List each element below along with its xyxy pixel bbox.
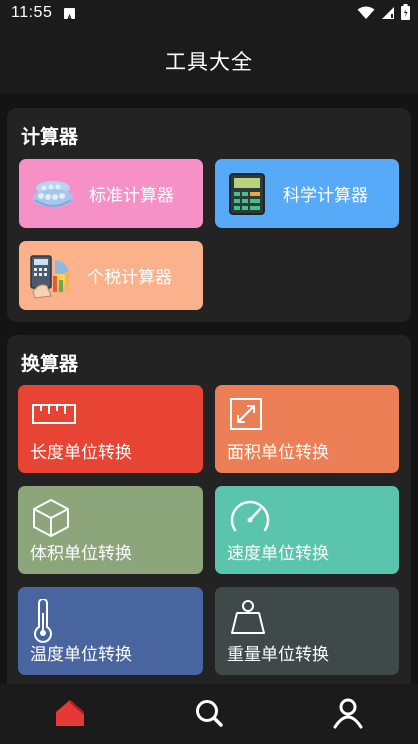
speed-converter-label: 速度单位转换 <box>227 544 329 564</box>
tax-calculator-icon <box>29 252 75 300</box>
section-title-converters: 换算器 <box>21 353 79 375</box>
ruler-icon <box>32 397 76 431</box>
section-title-calculators: 计算器 <box>21 126 79 148</box>
scientific-calculator-label: 科学计算器 <box>283 186 368 206</box>
weight-converter-button[interactable]: 重量单位转换 <box>215 587 399 675</box>
temperature-converter-button[interactable]: 温度单位转换 <box>18 587 203 675</box>
standard-calculator-button[interactable]: 标准计算器 <box>19 159 203 228</box>
app-bar: 工具大全 <box>0 28 418 94</box>
bottom-nav <box>0 684 418 744</box>
speedometer-icon <box>229 498 271 538</box>
length-converter-button[interactable]: 长度单位转换 <box>18 385 203 473</box>
home-icon <box>54 697 86 733</box>
standard-calculator-label: 标准计算器 <box>89 186 174 206</box>
profile-icon <box>332 697 364 733</box>
converters-section: 换算器 长度单位转换 面积单位转换 体积单位转换 速度单位转换 温度单位转换 重… <box>7 335 411 695</box>
status-time: 11:55 <box>11 4 53 21</box>
temperature-converter-label: 温度单位转换 <box>30 645 132 665</box>
area-expand-icon <box>229 397 263 435</box>
scientific-calculator-button[interactable]: 科学计算器 <box>215 159 399 228</box>
nav-profile[interactable] <box>331 698 365 732</box>
wifi-icon <box>357 5 375 24</box>
weight-icon <box>229 599 267 641</box>
tax-calculator-button[interactable]: 个税计算器 <box>19 241 203 310</box>
status-bar: 11:55 <box>0 0 418 28</box>
volume-converter-button[interactable]: 体积单位转换 <box>18 486 203 574</box>
signal-icon <box>381 5 395 24</box>
battery-icon <box>401 4 410 24</box>
area-converter-label: 面积单位转换 <box>227 443 329 463</box>
cube-icon <box>32 498 70 542</box>
length-converter-label: 长度单位转换 <box>30 443 132 463</box>
nav-search[interactable] <box>192 698 226 732</box>
nav-home[interactable] <box>53 698 87 732</box>
weight-converter-label: 重量单位转换 <box>227 645 329 665</box>
tax-calculator-label: 个税计算器 <box>87 268 172 288</box>
status-icons <box>357 4 410 24</box>
abacus-icon <box>31 176 75 212</box>
app-notification-icon <box>64 8 75 21</box>
calculators-section: 计算器 标准计算器 科学计算器 个税计算器 <box>7 108 411 322</box>
area-converter-button[interactable]: 面积单位转换 <box>215 385 399 473</box>
search-icon <box>193 697 225 733</box>
page-title: 工具大全 <box>165 50 253 74</box>
scientific-calculator-icon <box>229 172 265 215</box>
volume-converter-label: 体积单位转换 <box>30 544 132 564</box>
speed-converter-button[interactable]: 速度单位转换 <box>215 486 399 574</box>
